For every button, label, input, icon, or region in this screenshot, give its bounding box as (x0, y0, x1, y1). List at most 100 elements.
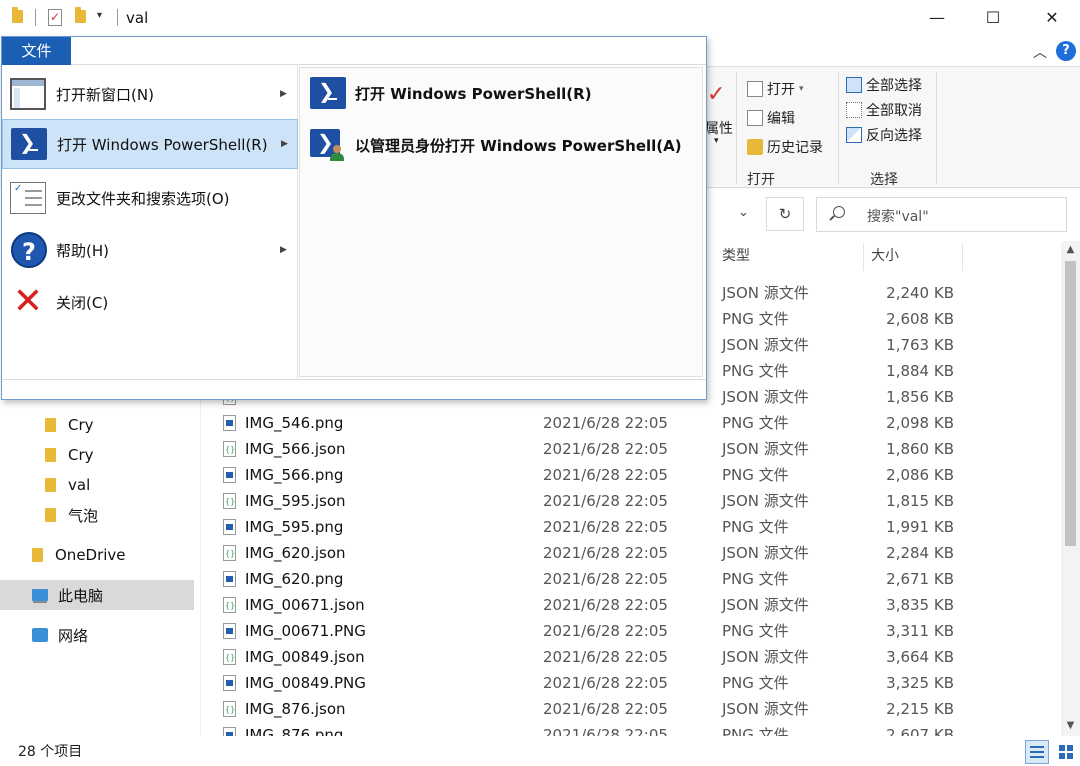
file-type: JSON 源文件 (722, 492, 809, 510)
nav-item[interactable]: 气泡 (0, 500, 194, 530)
folder-icon (45, 418, 56, 432)
nav-item[interactable]: Cry (0, 440, 194, 470)
window-title: val (126, 9, 149, 27)
file-size: 1,763 KB (886, 336, 954, 354)
details-view-button[interactable] (1025, 740, 1049, 764)
select-none-button[interactable]: 全部取消 (846, 100, 922, 120)
file-row[interactable]: IMG_00849.json 2021/6/28 22:05 JSON 源文件 3,6… (216, 644, 1060, 671)
file-row[interactable]: IMG_620.json 2021/6/28 22:05 JSON 源文件 2,284… (216, 540, 1060, 567)
nav-item[interactable]: 此电脑 (0, 580, 194, 610)
open-dropdown-icon: ▾ (799, 84, 804, 94)
address-history-dropdown[interactable]: ⌄ (738, 205, 749, 220)
column-separator[interactable] (863, 243, 864, 271)
file-size: 2,607 KB (886, 726, 954, 736)
column-header-type[interactable]: 类型 (722, 241, 750, 272)
json-file-icon (223, 489, 236, 515)
json-file-icon (223, 645, 236, 671)
help-icon[interactable]: ? (1056, 41, 1076, 61)
nav-item-label: 气泡 (68, 506, 99, 525)
file-menu-item-label: 关闭(C) (56, 293, 109, 312)
file-menu-item[interactable]: ? 帮助(H) ▶ (2, 225, 298, 275)
file-size: 2,086 KB (886, 466, 954, 484)
file-name: IMG_595.json (245, 492, 346, 510)
minimize-button[interactable]: — (914, 0, 960, 36)
open-label: 打开 (767, 82, 795, 98)
ribbon-separator (736, 72, 737, 184)
folder-icon (45, 508, 56, 522)
file-row[interactable]: IMG_876.png 2021/6/28 22:05 PNG 文件 2,607 KB (216, 722, 1060, 736)
file-menu-item[interactable]: ✕ 关闭(C) (2, 277, 298, 327)
submenu-arrow-icon: ▶ (281, 139, 288, 149)
file-menu-item[interactable]: 打开新窗口(N) ▶ (2, 69, 298, 119)
title-separator (117, 9, 118, 26)
file-tab[interactable]: 文件 (2, 37, 71, 65)
file-size: 1,860 KB (886, 440, 954, 458)
nav-item-label: Cry (68, 446, 94, 464)
collapse-ribbon-icon[interactable]: ︿ (1033, 42, 1047, 62)
folder-icon (32, 548, 43, 562)
file-row[interactable]: IMG_620.png 2021/6/28 22:05 PNG 文件 2,671 KB (216, 566, 1060, 592)
history-button[interactable]: 历史记录 (747, 137, 823, 157)
file-size: 2,608 KB (886, 310, 954, 328)
file-type: JSON 源文件 (722, 336, 809, 354)
file-row[interactable]: IMG_566.json 2021/6/28 22:05 JSON 源文件 1,860… (216, 436, 1060, 463)
scroll-thumb[interactable] (1065, 261, 1076, 546)
open-powershell-admin-item[interactable]: 以管理员身份打开 Windows PowerShell(A) (300, 120, 702, 170)
file-row[interactable]: IMG_595.png 2021/6/28 22:05 PNG 文件 1,991 KB (216, 514, 1060, 540)
refresh-button[interactable]: ↻ (766, 197, 804, 231)
file-menu-item-label: 打开新窗口(N) (56, 85, 154, 104)
json-file-icon (223, 541, 236, 567)
file-size: 1,815 KB (886, 492, 954, 510)
file-menu-item[interactable]: 打开 Windows PowerShell(R) ▶ (2, 119, 298, 169)
file-row[interactable]: IMG_566.png 2021/6/28 22:05 PNG 文件 2,086 KB (216, 462, 1060, 488)
column-separator[interactable] (962, 243, 963, 271)
file-type: JSON 源文件 (722, 700, 809, 718)
ribbon-separator (936, 72, 937, 184)
maximize-button[interactable]: ☐ (970, 0, 1016, 36)
file-name: IMG_566.png (245, 466, 344, 484)
file-size: 1,856 KB (886, 388, 954, 406)
nav-item[interactable]: OneDrive (0, 540, 194, 570)
scroll-up-arrow[interactable]: ▲ (1061, 241, 1080, 259)
large-icons-view-button[interactable] (1054, 740, 1078, 764)
submenu-item-label: 以管理员身份打开 Windows PowerShell(A) (355, 137, 682, 155)
png-file-icon (223, 727, 236, 736)
select-all-button[interactable]: 全部选择 (846, 75, 922, 95)
nav-item[interactable]: Cry (0, 410, 194, 440)
nav-item[interactable]: val (0, 470, 194, 500)
file-row[interactable]: IMG_595.json 2021/6/28 22:05 JSON 源文件 1,815… (216, 488, 1060, 515)
file-date: 2021/6/28 22:05 (543, 726, 668, 736)
quick-access-separator (35, 9, 36, 26)
vertical-scrollbar[interactable]: ▲ ▼ (1061, 241, 1080, 736)
file-menu-item[interactable]: 更改文件夹和搜索选项(O) (2, 173, 298, 223)
file-row[interactable]: IMG_546.png 2021/6/28 22:05 PNG 文件 2,098 KB (216, 410, 1060, 436)
nav-pane-divider[interactable] (200, 380, 201, 736)
file-name: IMG_00671.json (245, 596, 365, 614)
invert-selection-label: 反向选择 (866, 128, 922, 144)
file-name: IMG_595.png (245, 518, 344, 536)
properties-dropdown-icon[interactable]: ▾ (714, 136, 719, 146)
open-button[interactable]: 打开 ▾ (747, 79, 804, 99)
properties-button[interactable]: ✓ (705, 82, 729, 106)
invert-selection-button[interactable]: 反向选择 (846, 125, 922, 145)
search-input[interactable]: 搜索"val" (816, 197, 1067, 232)
powershell-submenu: 打开 Windows PowerShell(R) 以管理员身份打开 Windows… (299, 67, 703, 377)
open-powershell-item[interactable]: 打开 Windows PowerShell(R) (300, 68, 702, 118)
nav-item[interactable]: 网络 (0, 620, 194, 650)
submenu-item-label: 打开 Windows PowerShell(R) (355, 85, 592, 103)
file-row[interactable]: IMG_876.json 2021/6/28 22:05 JSON 源文件 2,215… (216, 696, 1060, 723)
customize-quick-access-dropdown[interactable]: ▾ (97, 10, 102, 21)
column-header-size[interactable]: 大小 (871, 241, 899, 272)
file-size: 1,991 KB (886, 518, 954, 536)
json-file-icon (223, 437, 236, 463)
close-button[interactable]: ✕ (1029, 0, 1075, 36)
file-row[interactable]: IMG_00671.PNG 2021/6/28 22:05 PNG 文件 3,311 … (216, 618, 1060, 644)
new-folder-icon[interactable] (75, 7, 86, 23)
properties-check-icon[interactable]: ✓ (48, 9, 62, 26)
file-row[interactable]: IMG_00849.PNG 2021/6/28 22:05 PNG 文件 3,325 … (216, 670, 1060, 696)
edit-button[interactable]: 编辑 (747, 108, 795, 128)
submenu-arrow-icon: ▶ (280, 245, 287, 255)
file-row[interactable]: IMG_00671.json 2021/6/28 22:05 JSON 源文件 3,8… (216, 592, 1060, 619)
scroll-down-arrow[interactable]: ▼ (1061, 717, 1080, 735)
file-date: 2021/6/28 22:05 (543, 414, 668, 432)
